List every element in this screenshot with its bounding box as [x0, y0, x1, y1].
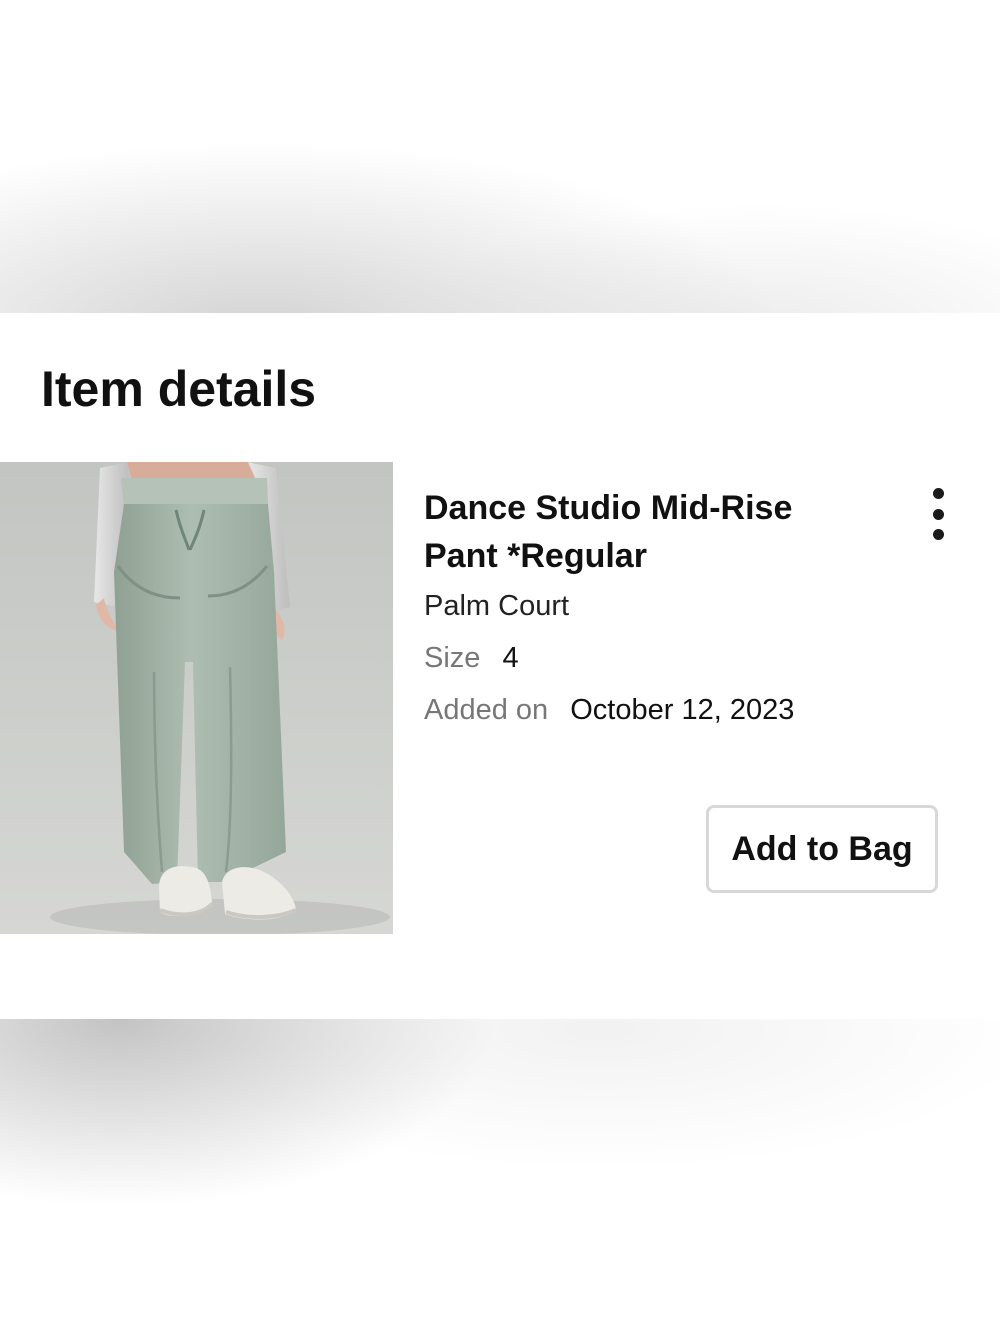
added-on-label: Added on — [424, 694, 549, 726]
blurred-background-bottom — [0, 1019, 1000, 1333]
size-row: Size 4 — [424, 640, 864, 676]
vertical-ellipsis-icon — [932, 529, 944, 540]
size-value: 4 — [502, 642, 519, 674]
vertical-ellipsis-icon — [932, 488, 944, 499]
added-on-date: October 12, 2023 — [570, 694, 795, 726]
item-details-card: Item details Dance Studio Mid-Rise Pant … — [0, 313, 1000, 1019]
product-info: Dance Studio Mid-Rise Pant *Regular Palm… — [424, 484, 864, 728]
product-image[interactable] — [0, 462, 393, 934]
page-title: Item details — [41, 361, 317, 417]
add-to-bag-button[interactable]: Add to Bag — [706, 805, 938, 893]
product-image-icon — [0, 462, 393, 934]
size-label: Size — [424, 642, 481, 674]
product-name[interactable]: Dance Studio Mid-Rise Pant *Regular — [424, 484, 864, 580]
product-color: Palm Court — [424, 590, 570, 622]
added-date-row: Added on October 12, 2023 — [424, 692, 864, 728]
vertical-ellipsis-icon — [932, 508, 944, 520]
more-options-button[interactable] — [917, 488, 959, 540]
blurred-background-top — [0, 0, 1000, 313]
